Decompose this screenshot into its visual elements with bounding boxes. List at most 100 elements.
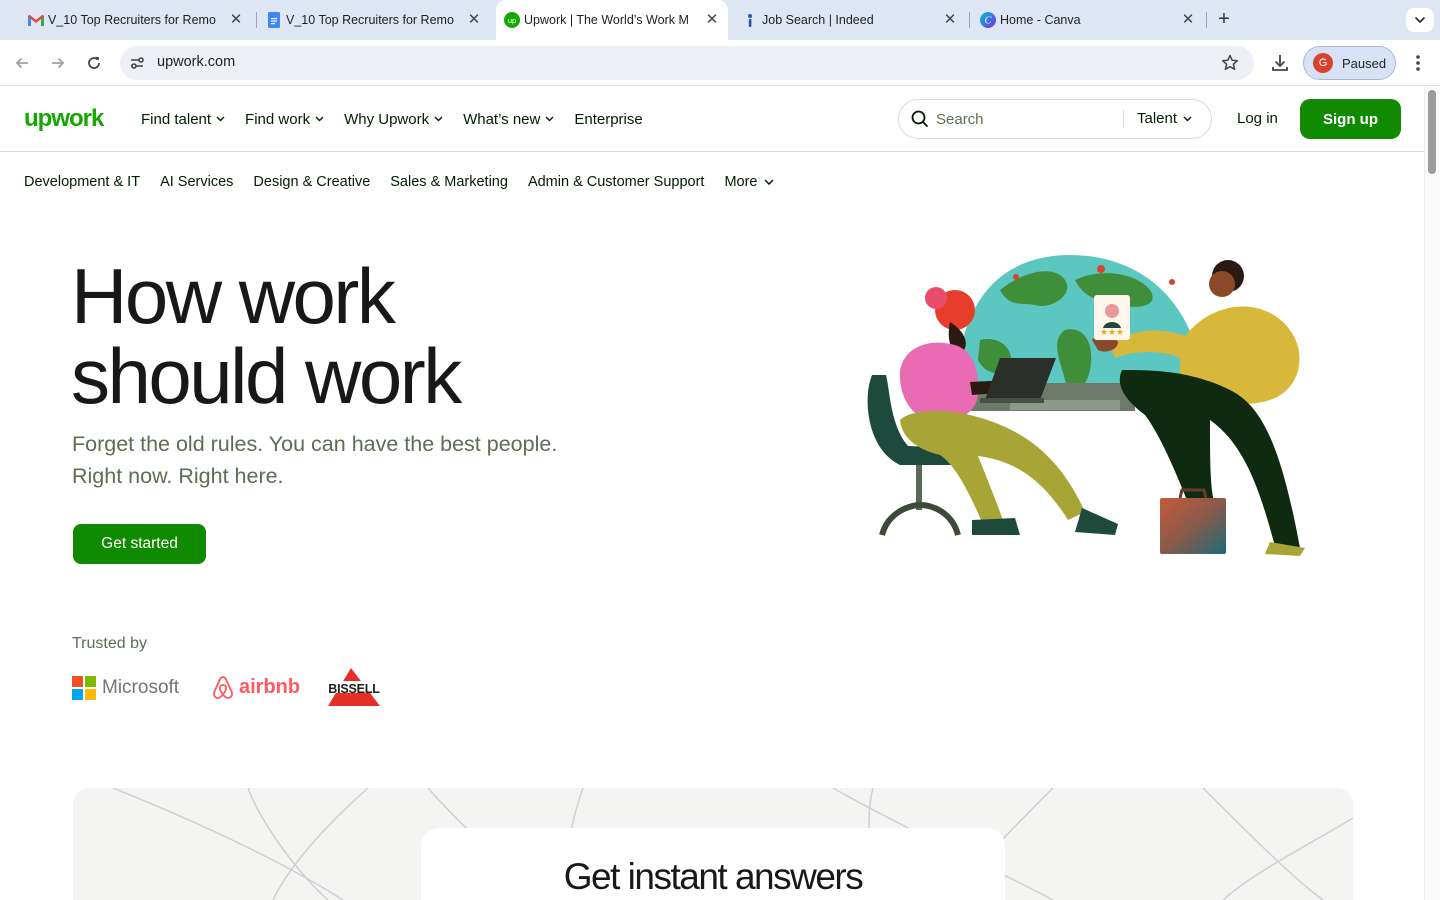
svg-text:upwork: upwork [24, 106, 105, 132]
close-icon[interactable]: ✕ [942, 12, 958, 28]
browser-tab-bar: V_10 Top Recruiters for Remo ✕ V_10 Top … [0, 0, 1440, 40]
search-input[interactable] [936, 108, 1116, 130]
search-box: Talent [898, 99, 1212, 139]
category-admin-support[interactable]: Admin & Customer Support [528, 174, 705, 190]
hero-subline-line2: Right now. Right here. [72, 464, 284, 488]
hero-subline-line1: Forget the old rules. You can have the b… [72, 432, 558, 456]
svg-text:C: C [985, 16, 992, 27]
category-nav: Development & IT AI Services Design & Cr… [24, 174, 794, 190]
main-nav: Find talent Find work Why Upwork What’s … [141, 86, 663, 152]
scrollbar-track[interactable] [1424, 86, 1440, 900]
site-settings-icon[interactable] [128, 54, 146, 72]
category-ai-services[interactable]: AI Services [160, 174, 233, 190]
tab-separator [256, 12, 257, 28]
tab-search-button[interactable] [1406, 8, 1434, 32]
browser-toolbar: upwork.com G Paused [0, 40, 1440, 86]
nav-find-work[interactable]: Find work [245, 111, 324, 128]
signup-button[interactable]: Sign up [1300, 99, 1401, 139]
chevron-down-icon [1414, 16, 1426, 24]
download-icon[interactable] [1268, 51, 1292, 75]
svg-text:up: up [508, 16, 516, 25]
close-icon[interactable]: ✕ [704, 12, 720, 28]
upwork-logo[interactable]: upwork [24, 105, 106, 132]
hero-illustration: ★★★ [860, 250, 1310, 560]
chevron-down-icon [1183, 116, 1192, 121]
close-icon[interactable]: ✕ [228, 12, 244, 28]
gmail-icon [28, 12, 44, 28]
tab-title: V_10 Top Recruiters for Remo [48, 13, 216, 27]
airbnb-logo: airbnb [211, 674, 300, 700]
close-icon[interactable]: ✕ [1180, 12, 1196, 28]
svg-text:★★★: ★★★ [1100, 328, 1124, 338]
close-icon[interactable]: ✕ [466, 12, 482, 28]
hero-headline: How work should work [71, 256, 462, 416]
bissell-logo: BISSELL [325, 668, 383, 708]
chevron-down-icon [216, 116, 225, 122]
hero-headline-line2: should work [71, 332, 462, 420]
forward-arrow-icon [52, 57, 65, 69]
back-arrow-icon [15, 57, 28, 69]
bissell-wordmark: BISSELL [328, 682, 380, 696]
tab-title: Home - Canva [1000, 13, 1081, 27]
tab-indeed[interactable]: Job Search | Indeed ✕ [734, 0, 966, 40]
get-started-button[interactable]: Get started [73, 524, 206, 564]
tab-separator [969, 12, 970, 28]
microsoft-grid-icon [72, 676, 96, 700]
category-development-it[interactable]: Development & IT [24, 174, 140, 190]
profile-status: Paused [1342, 55, 1387, 71]
login-link[interactable]: Log in [1237, 110, 1278, 127]
avatar: G [1313, 53, 1333, 73]
canva-icon: C [980, 12, 996, 28]
nav-label: Enterprise [574, 110, 643, 128]
tab-title: Upwork | The World’s Work M [524, 13, 689, 27]
category-design-creative[interactable]: Design & Creative [253, 174, 370, 190]
search-icon[interactable] [910, 109, 930, 129]
chevron-down-icon [545, 116, 554, 122]
hero-subline: Forget the old rules. You can have the b… [72, 428, 612, 492]
promo-card: Get instant answers [421, 828, 1005, 900]
nav-find-talent[interactable]: Find talent [141, 111, 225, 128]
category-more-label: More [724, 174, 758, 190]
promo-title: Get instant answers [563, 856, 864, 897]
url-text[interactable]: upwork.com [157, 54, 235, 70]
category-more[interactable]: More [724, 174, 775, 190]
chevron-down-icon [315, 116, 324, 122]
nav-label: What’s new [463, 110, 541, 128]
tab-title: V_10 Top Recruiters for Remo [286, 13, 454, 27]
search-scope-dropdown[interactable]: Talent [1137, 110, 1192, 127]
hero-headline-line1: How work [71, 252, 396, 340]
docs-icon [266, 12, 282, 28]
search-divider [1123, 110, 1124, 128]
forward-button[interactable] [46, 51, 70, 75]
reload-button[interactable] [82, 51, 106, 75]
airbnb-wordmark: airbnb [239, 675, 301, 698]
chevron-down-icon [764, 179, 775, 185]
address-bar[interactable]: upwork.com [120, 46, 1254, 80]
indeed-icon [742, 12, 758, 28]
more-menu-icon[interactable] [1408, 51, 1428, 75]
nav-whats-new[interactable]: What’s new [463, 111, 554, 128]
scrollbar-thumb[interactable] [1428, 90, 1436, 174]
nav-label: Find work [245, 110, 311, 128]
nav-label: Why Upwork [344, 110, 430, 128]
profile-button[interactable]: G Paused [1303, 46, 1396, 80]
tab-upwork[interactable]: up Upwork | The World’s Work M ✕ [496, 0, 728, 40]
nav-label: Find talent [141, 110, 212, 128]
tab-canva[interactable]: C Home - Canva ✕ [972, 0, 1204, 40]
new-tab-button[interactable]: + [1212, 8, 1236, 32]
upwork-icon: up [504, 12, 520, 28]
back-button[interactable] [10, 51, 34, 75]
nav-why-upwork[interactable]: Why Upwork [344, 111, 443, 128]
category-sales-marketing[interactable]: Sales & Marketing [390, 174, 508, 190]
microsoft-wordmark: Microsoft [102, 677, 180, 698]
chevron-down-icon [434, 116, 443, 122]
tab-title: Job Search | Indeed [762, 13, 874, 27]
reload-icon [88, 56, 100, 69]
tab-docs[interactable]: V_10 Top Recruiters for Remo ✕ [258, 0, 490, 40]
trusted-by-label: Trusted by [72, 635, 147, 652]
site-header: upwork Find talent Find work Why Upwork … [0, 86, 1424, 152]
tab-separator [1206, 12, 1207, 28]
tab-gmail[interactable]: V_10 Top Recruiters for Remo ✕ [20, 0, 252, 40]
nav-enterprise[interactable]: Enterprise [574, 111, 642, 128]
bookmark-star-icon[interactable] [1220, 53, 1240, 73]
